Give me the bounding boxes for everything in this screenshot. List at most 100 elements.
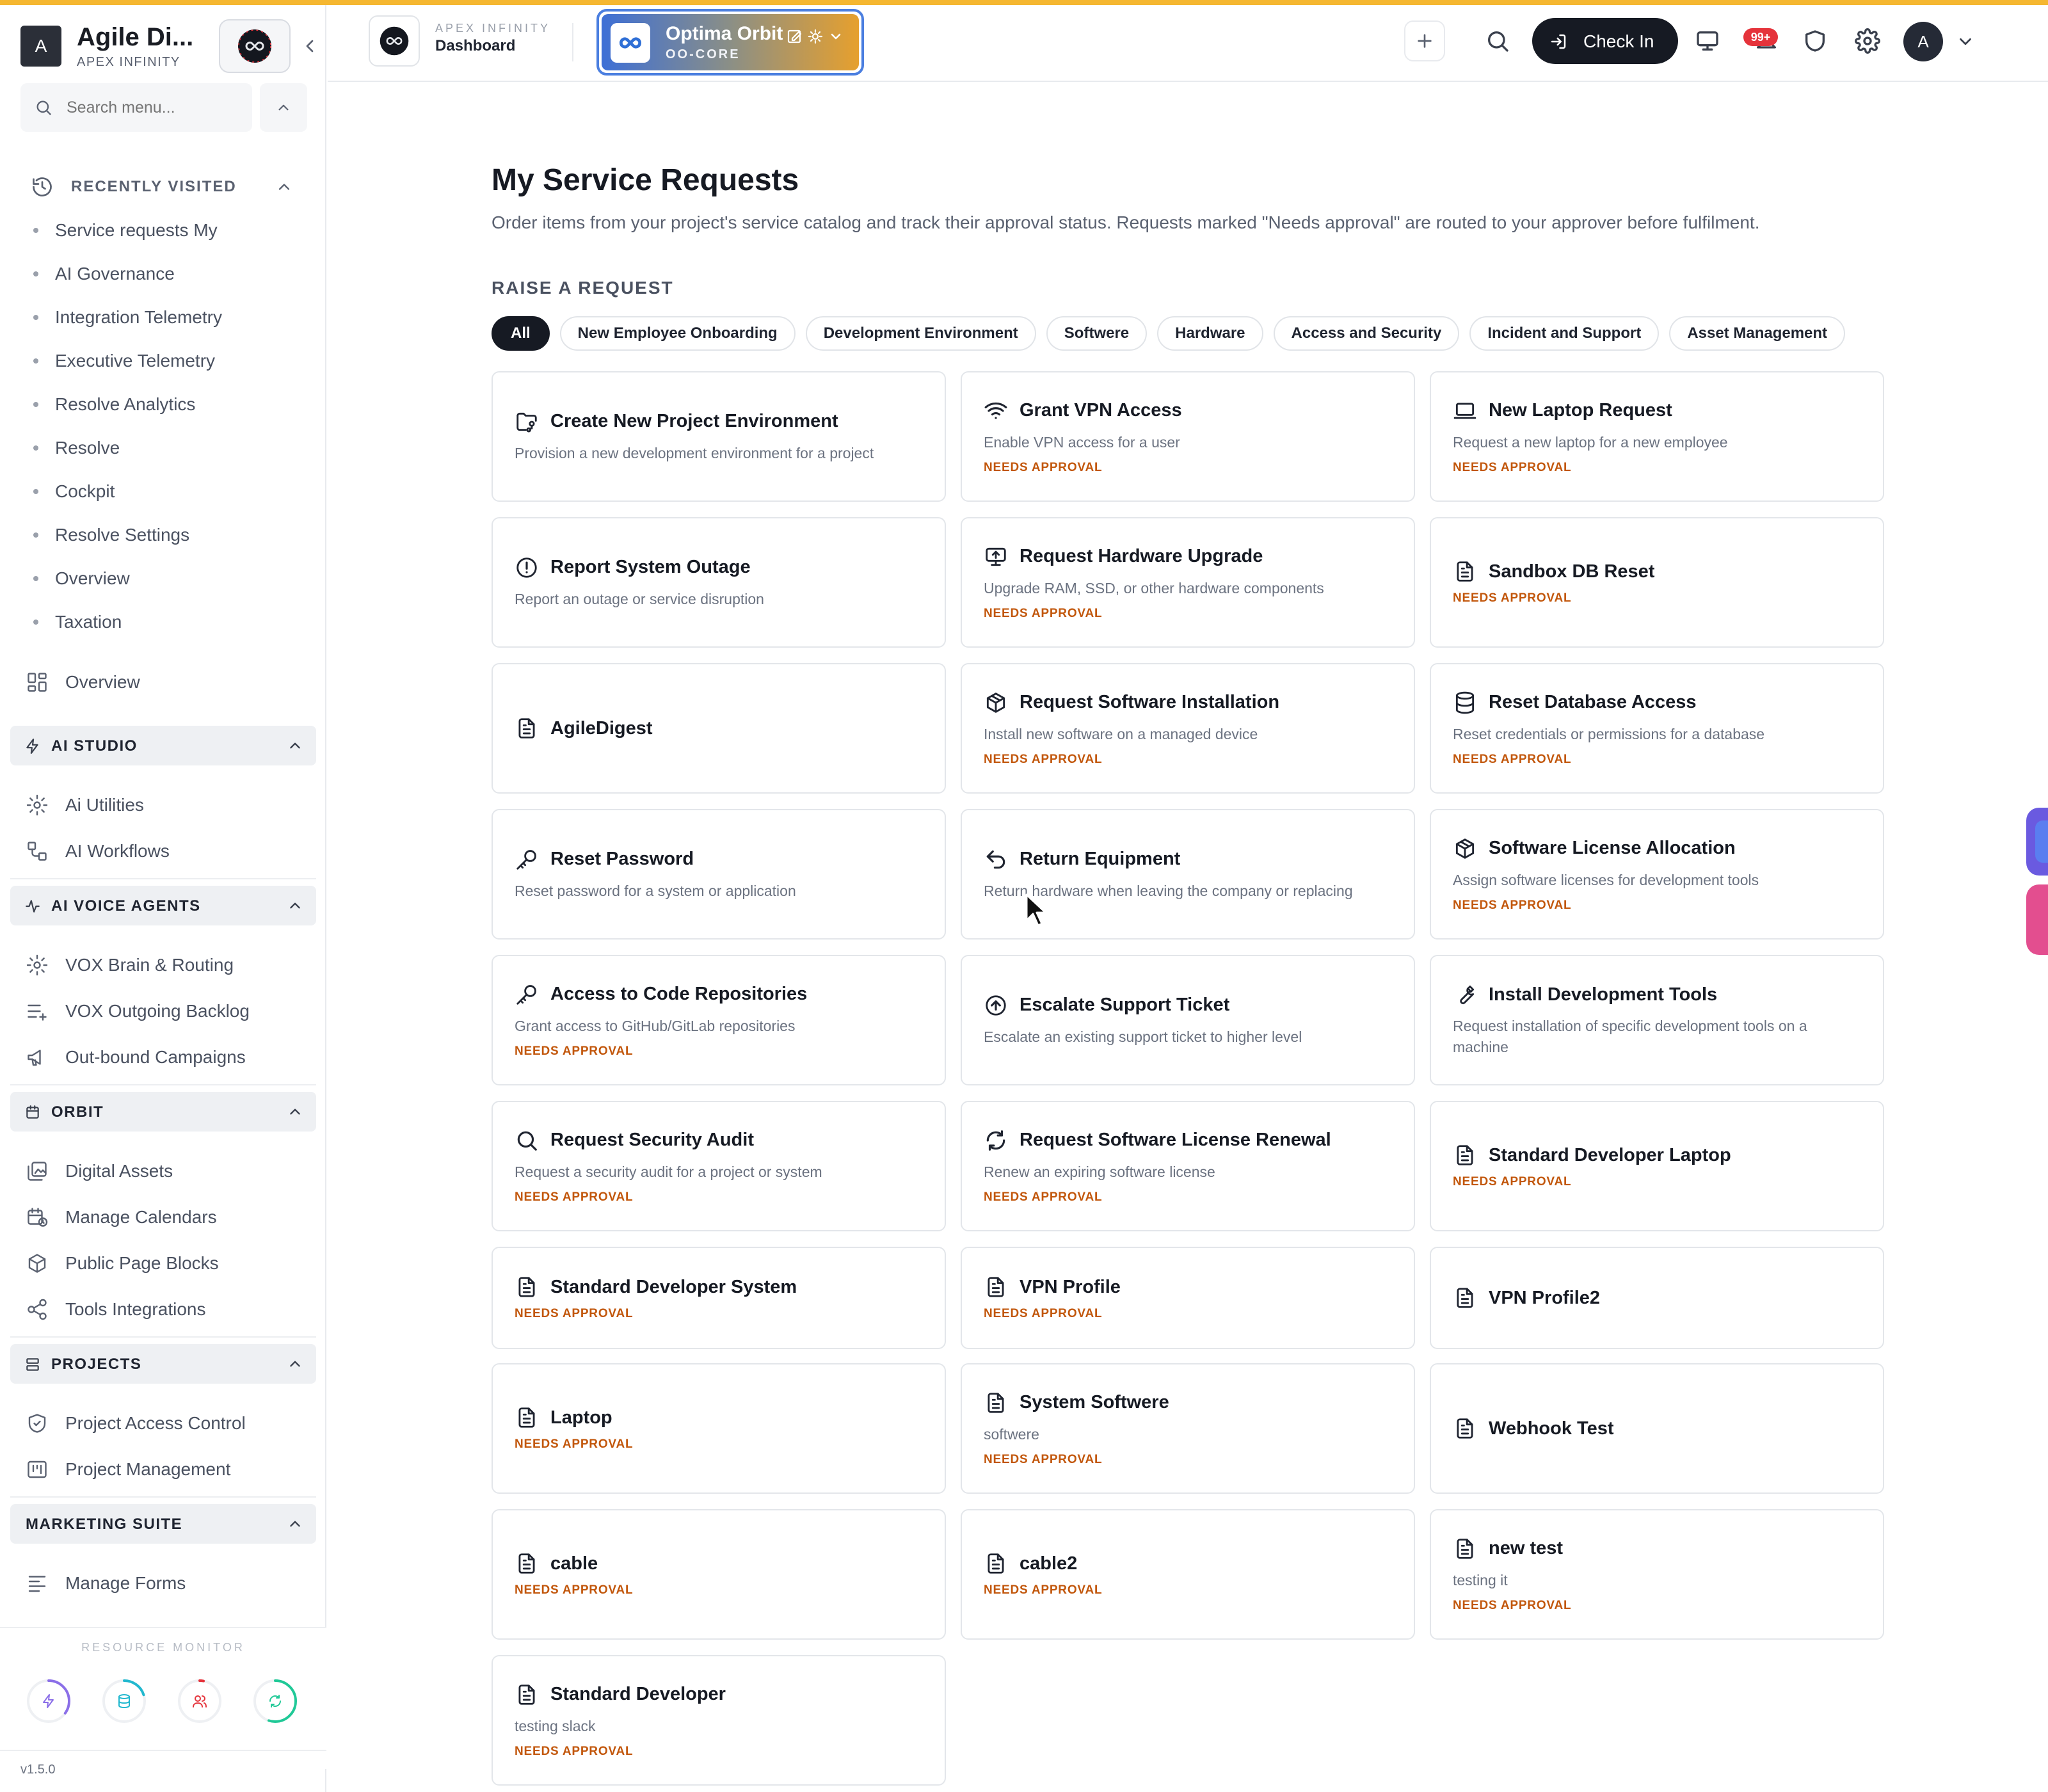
sidebar-item-outbound-campaigns[interactable]: Out-bound Campaigns [26, 1039, 307, 1075]
collapse-sidebar-icon[interactable] [300, 36, 320, 56]
service-card[interactable]: New Laptop Request Request a new laptop f… [1430, 371, 1884, 502]
chevron-up-icon[interactable] [287, 737, 303, 754]
top-bar: APEX INFINITY Dashboard Optima Orbit OO-… [328, 5, 2048, 82]
sidebar-item-tools-integrations[interactable]: Tools Integrations [26, 1292, 307, 1327]
filter-chip[interactable]: All [492, 316, 550, 351]
gear-icon[interactable] [1855, 28, 1880, 54]
user-avatar[interactable]: A [1903, 22, 1943, 61]
recent-item[interactable]: Resolve [33, 426, 315, 470]
service-card[interactable]: Grant VPN Access Enable VPN access for a … [961, 371, 1415, 502]
filter-chip[interactable]: Incident and Support [1469, 316, 1660, 351]
section-ai-voice-agents[interactable]: AI VOICE AGENTS [10, 886, 316, 925]
check-in-button[interactable]: Check In [1532, 18, 1678, 64]
service-card[interactable]: Standard Developer testing slack NEEDS APP… [492, 1655, 946, 1786]
search-icon[interactable] [1485, 28, 1510, 54]
service-card[interactable]: Laptop NEEDS APPROVAL [492, 1363, 946, 1494]
sidebar-item-project-management[interactable]: Project Management [26, 1452, 307, 1487]
infinity-logo-icon[interactable] [369, 15, 420, 67]
notification-badge[interactable]: 99+ [1743, 28, 1778, 46]
service-card[interactable]: new test testing it NEEDS APPROVAL [1430, 1509, 1884, 1640]
card-title: Reset Database Access [1489, 692, 1697, 712]
chevron-up-icon[interactable] [287, 1516, 303, 1532]
sidebar-item-vox-brain[interactable]: VOX Brain & Routing [26, 947, 307, 983]
service-card[interactable]: Request Security Audit Request a security… [492, 1101, 946, 1231]
resource-gauge[interactable] [101, 1678, 147, 1724]
recent-item[interactable]: Integration Telemetry [33, 296, 315, 339]
filter-chip[interactable]: Asset Management [1669, 316, 1846, 351]
service-card[interactable]: Webhook Test [1430, 1363, 1884, 1494]
service-card[interactable]: Standard Developer System NEEDS APPROVAL [492, 1247, 946, 1349]
chevron-up-icon[interactable] [287, 897, 303, 914]
service-card[interactable]: cable NEEDS APPROVAL [492, 1509, 946, 1640]
infinity-logo-icon[interactable] [219, 19, 291, 73]
sidebar-item-ai-utilities[interactable]: Ai Utilities [26, 787, 307, 823]
sidebar-item-digital-assets[interactable]: Digital Assets [26, 1153, 307, 1189]
recent-item[interactable]: AI Governance [33, 252, 315, 296]
add-icon[interactable] [1404, 20, 1445, 61]
org-avatar[interactable]: A [20, 26, 61, 67]
floating-feedback-tab[interactable] [2026, 884, 2048, 955]
service-card[interactable]: VPN Profile2 [1430, 1247, 1884, 1349]
card-title: VPN Profile [1020, 1276, 1121, 1297]
filter-chip[interactable]: New Employee Onboarding [559, 316, 796, 351]
card-description: Request a new laptop for a new employee [1453, 433, 1728, 451]
sidebar-item-project-access-control[interactable]: Project Access Control [26, 1405, 307, 1441]
filter-chip[interactable]: Softwere [1046, 316, 1148, 351]
service-card[interactable]: Create New Project Environment Provision … [492, 371, 946, 502]
project-switcher[interactable]: Optima Orbit OO-CORE [596, 9, 864, 76]
service-card[interactable]: Access to Code Repositories Grant access … [492, 955, 946, 1085]
service-card[interactable]: Reset Database Access Reset credentials o… [1430, 663, 1884, 794]
chevron-up-icon[interactable] [287, 1356, 303, 1372]
filter-chip[interactable]: Development Environment [805, 316, 1036, 351]
sidebar-item-public-page-blocks[interactable]: Public Page Blocks [26, 1245, 307, 1281]
service-card[interactable]: Report System Outage Report an outage or … [492, 517, 946, 648]
recent-item[interactable]: Cockpit [33, 470, 315, 513]
section-projects[interactable]: PROJECTS [10, 1344, 316, 1384]
chevron-down-icon[interactable] [1956, 32, 1975, 51]
recent-item[interactable]: Resolve Analytics [33, 383, 315, 426]
service-card[interactable]: Request Software License Renewal Renew an… [961, 1101, 1415, 1231]
service-card[interactable]: Standard Developer Laptop NEEDS APPROVAL [1430, 1101, 1884, 1231]
filter-chip[interactable]: Hardware [1157, 316, 1263, 351]
resource-gauge[interactable] [26, 1678, 72, 1724]
users-icon [192, 1693, 207, 1709]
document-icon [1453, 1143, 1477, 1167]
floating-assistant-tab[interactable] [2026, 808, 2048, 876]
sidebar-item-ai-workflows[interactable]: AI Workflows [26, 833, 307, 869]
service-card[interactable]: cable2 NEEDS APPROVAL [961, 1509, 1415, 1640]
service-card[interactable]: Request Hardware Upgrade Upgrade RAM, SSD… [961, 517, 1415, 648]
section-ai-studio[interactable]: AI STUDIO [10, 726, 316, 765]
service-card[interactable]: Reset Password Reset password for a syste… [492, 809, 946, 940]
service-card[interactable]: Sandbox DB Reset NEEDS APPROVAL [1430, 517, 1884, 648]
shield-icon[interactable] [1802, 28, 1828, 54]
recent-item[interactable]: Taxation [33, 600, 315, 644]
recent-item[interactable]: Service requests My [33, 209, 315, 252]
section-marketing-suite[interactable]: MARKETING SUITE [10, 1504, 316, 1544]
resource-gauge[interactable] [177, 1678, 223, 1724]
sidebar-item-vox-outgoing[interactable]: VOX Outgoing Backlog [26, 993, 307, 1029]
service-card[interactable]: AgileDigest [492, 663, 946, 794]
service-card[interactable]: VPN Profile NEEDS APPROVAL [961, 1247, 1415, 1349]
monitor-icon[interactable] [1695, 28, 1720, 54]
recently-visited-header[interactable]: RECENTLY VISITED [31, 173, 300, 201]
service-card[interactable]: Software License Allocation Assign softwa… [1430, 809, 1884, 940]
service-card[interactable]: System Softwere softwere NEEDS APPROVAL [961, 1363, 1415, 1494]
chevron-up-icon[interactable] [260, 83, 307, 132]
chevron-up-icon[interactable] [287, 1103, 303, 1120]
section-orbit[interactable]: ORBIT [10, 1092, 316, 1132]
wifi-icon [984, 399, 1008, 423]
service-card[interactable]: Escalate Support Ticket Escalate an exist… [961, 955, 1415, 1085]
chevron-up-icon[interactable] [275, 178, 293, 196]
recent-item[interactable]: Resolve Settings [33, 513, 315, 557]
resource-gauge[interactable] [252, 1678, 298, 1724]
sidebar-item-overview[interactable]: Overview [26, 664, 307, 700]
recent-item[interactable]: Executive Telemetry [33, 339, 315, 383]
recent-item[interactable]: Overview [33, 557, 315, 600]
sidebar-item-manage-calendars[interactable]: Manage Calendars [26, 1199, 307, 1235]
service-card[interactable]: Install Development Tools Request install… [1430, 955, 1884, 1085]
sidebar-item-manage-forms[interactable]: Manage Forms [26, 1565, 307, 1601]
card-content: New Laptop Request Request a new laptop f… [1453, 372, 1861, 500]
search-menu-input[interactable] [67, 83, 246, 132]
service-card[interactable]: Request Software Installation Install new… [961, 663, 1415, 794]
filter-chip[interactable]: Access and Security [1273, 316, 1460, 351]
